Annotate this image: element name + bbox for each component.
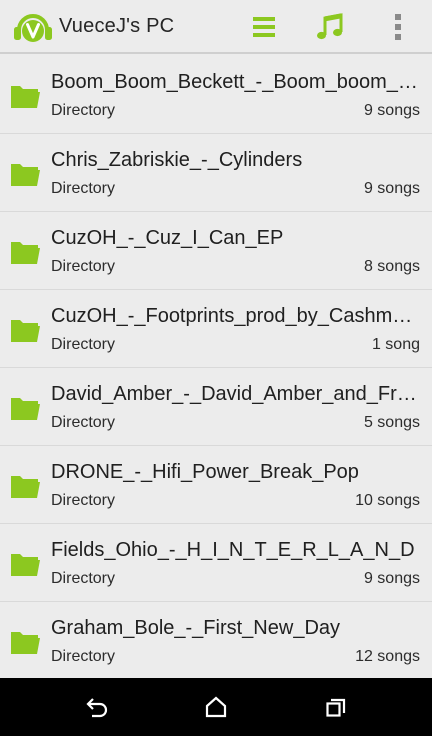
home-icon	[205, 696, 227, 718]
item-name: DRONE_-_Hifi_Power_Break_Pop	[51, 461, 359, 483]
folder-icon	[11, 476, 40, 498]
item-type: Directory	[51, 102, 116, 119]
item-song-count: 10 songs	[355, 492, 420, 509]
back-button[interactable]	[66, 678, 126, 736]
item-type: Directory	[51, 492, 116, 509]
item-type: Directory	[51, 570, 116, 587]
item-name: CuzOH_-_Footprints_prod_by_Cashmere	[51, 305, 421, 327]
music-note-icon	[317, 13, 343, 40]
folder-icon	[11, 554, 40, 576]
item-name: Boom_Boom_Beckett_-_Boom_boom_Beckett	[51, 71, 421, 93]
item-song-count: 5 songs	[363, 414, 420, 431]
item-name: Fields_Ohio_-_H_I_N_T_E_R_L_A_N_D	[51, 539, 415, 561]
folder-icon	[11, 86, 40, 108]
list-item[interactable]: DRONE_-_Hifi_Power_Break_Pop Directory 1…	[0, 446, 432, 524]
list-item[interactable]: David_Amber_-_David_Amber_and_Friends Di…	[0, 368, 432, 446]
overflow-menu-icon	[395, 14, 401, 40]
list-item[interactable]: Fields_Ohio_-_H_I_N_T_E_R_L_A_N_D Direct…	[0, 524, 432, 602]
item-type: Directory	[51, 648, 116, 665]
item-name: Graham_Bole_-_First_New_Day	[51, 617, 341, 639]
list-icon	[253, 17, 275, 37]
item-song-count: 8 songs	[363, 258, 420, 275]
app-title: VueceJ's PC	[59, 15, 175, 37]
recents-button[interactable]	[306, 678, 366, 736]
item-type: Directory	[51, 414, 116, 431]
folder-icon	[11, 632, 40, 654]
folder-icon	[11, 164, 40, 186]
item-type: Directory	[51, 336, 116, 353]
item-name: David_Amber_-_David_Amber_and_Friends	[51, 383, 421, 405]
home-button[interactable]	[186, 678, 246, 736]
list-item[interactable]: Boom_Boom_Beckett_-_Boom_boom_Beckett Di…	[0, 56, 432, 134]
now-playing-button[interactable]	[306, 0, 354, 54]
directory-list: Boom_Boom_Beckett_-_Boom_boom_Beckett Di…	[0, 56, 432, 680]
item-name: Chris_Zabriskie_-_Cylinders	[51, 149, 303, 171]
overflow-menu-button[interactable]	[374, 0, 422, 54]
list-item[interactable]: Graham_Bole_-_First_New_Day Directory 12…	[0, 602, 432, 680]
folder-icon	[11, 320, 40, 342]
item-type: Directory	[51, 258, 116, 275]
vuece-logo-icon[interactable]	[13, 10, 53, 44]
list-item[interactable]: Chris_Zabriskie_-_Cylinders Directory 9 …	[0, 134, 432, 212]
item-song-count: 9 songs	[363, 102, 420, 119]
list-item[interactable]: CuzOH_-_Cuz_I_Can_EP Directory 8 songs	[0, 212, 432, 290]
item-song-count: 12 songs	[355, 648, 420, 665]
item-song-count: 9 songs	[363, 180, 420, 197]
folder-icon	[11, 398, 40, 420]
action-bar: VueceJ's PC	[0, 0, 432, 54]
item-song-count: 9 songs	[363, 570, 420, 587]
list-item[interactable]: CuzOH_-_Footprints_prod_by_Cashmere Dire…	[0, 290, 432, 368]
recents-icon	[326, 698, 346, 717]
item-name: CuzOH_-_Cuz_I_Can_EP	[51, 227, 284, 249]
back-icon	[86, 698, 108, 718]
item-song-count: 1 song	[371, 336, 420, 353]
list-view-button[interactable]	[240, 0, 288, 54]
item-type: Directory	[51, 180, 116, 197]
folder-icon	[11, 242, 40, 264]
system-navigation-bar	[0, 678, 432, 736]
